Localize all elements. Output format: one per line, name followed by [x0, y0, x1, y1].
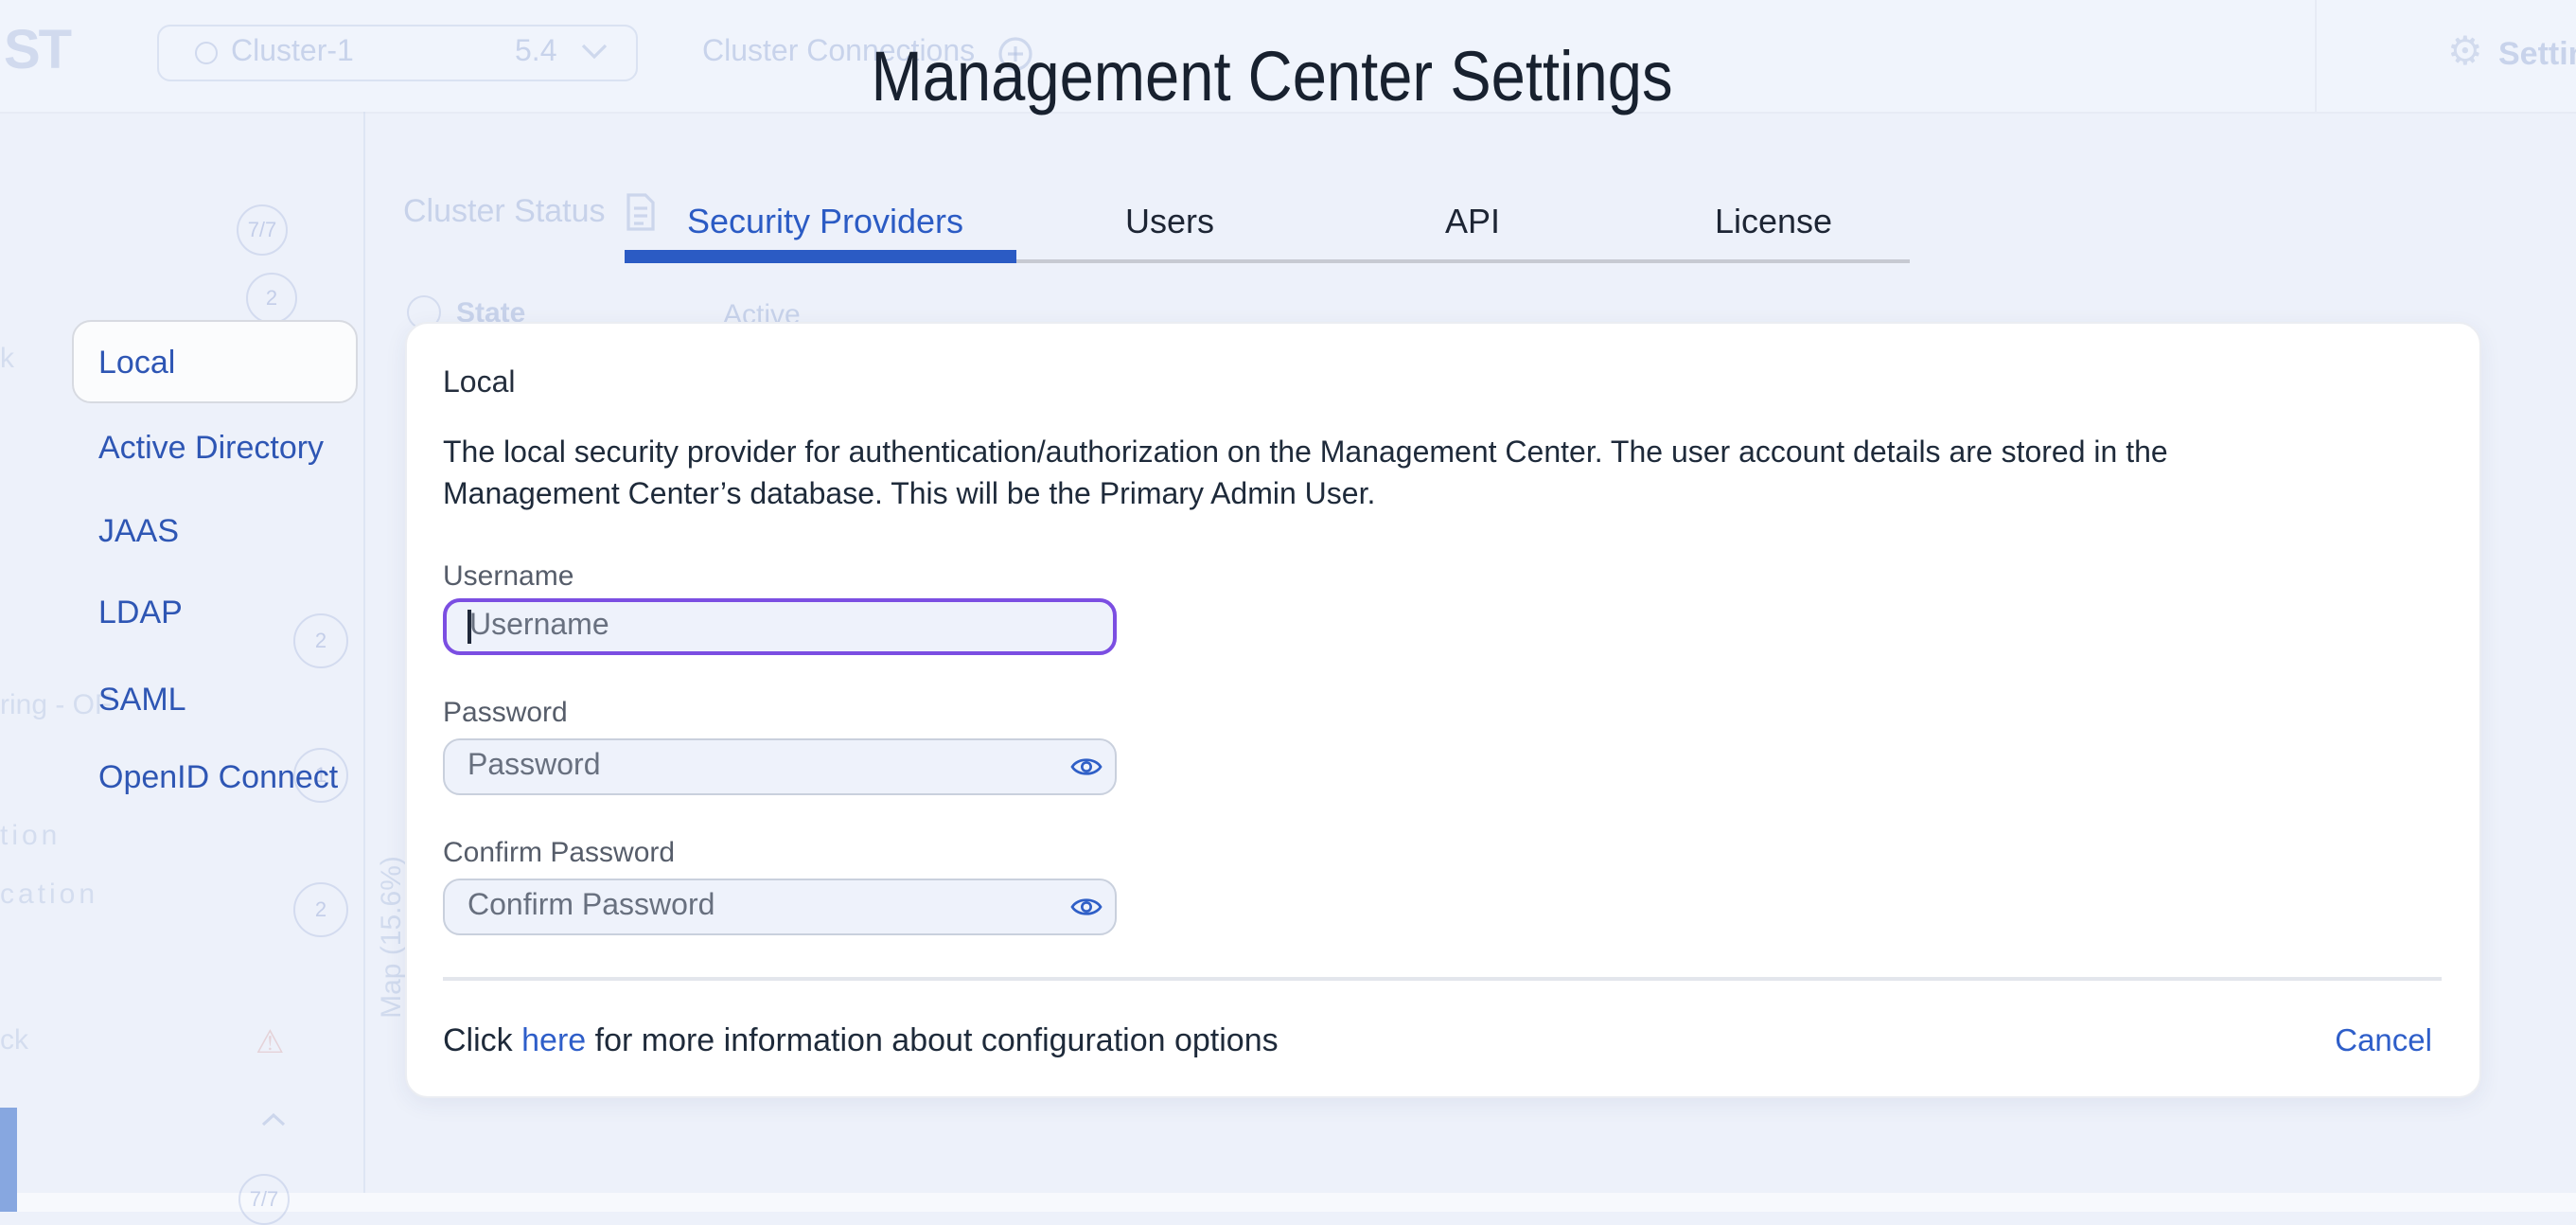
active-tab-indicator: [625, 250, 1016, 263]
page-title: Management Center Settings: [871, 38, 1673, 115]
ghost-cluster-status-dot-icon: [195, 42, 218, 64]
tab-license[interactable]: License: [1715, 203, 1832, 240]
ghost-settings-label: Settin: [2498, 36, 2576, 72]
confirm-password-label: Confirm Password: [443, 837, 676, 869]
ghost-badge-members: 7/7: [238, 1174, 290, 1225]
ghost-cluster-name: Cluster-1: [231, 36, 354, 68]
gear-icon: ⚙: [2447, 28, 2483, 74]
more-info-link[interactable]: here: [521, 1022, 586, 1058]
ghost-cluster-version: 5.4: [515, 36, 557, 68]
tab-users[interactable]: Users: [1125, 203, 1214, 240]
confirm-password-field[interactable]: [443, 879, 1117, 935]
footer-info-text: Click here for more information about co…: [443, 1022, 1279, 1060]
username-field[interactable]: [443, 598, 1117, 655]
provider-description-line2: Management Center’s database. This will …: [443, 479, 1376, 511]
ghost-cluster-status-label: Cluster Status: [403, 193, 606, 229]
ghost-header-divider: [2315, 0, 2317, 112]
footer-divider: [443, 977, 2442, 980]
ghost-text-fragment: k: [0, 343, 14, 375]
eye-icon: [1070, 898, 1103, 915]
sidebar-item-active-directory[interactable]: Active Directory: [98, 430, 324, 466]
sidebar-item-openid-connect[interactable]: OpenID Connect: [98, 759, 338, 795]
ghost-nav-strip: [0, 1108, 17, 1212]
tab-security-providers[interactable]: Security Providers: [687, 203, 963, 240]
tab-api[interactable]: API: [1445, 203, 1500, 240]
cancel-button[interactable]: Cancel: [2335, 1024, 2432, 1060]
password-field[interactable]: [443, 738, 1117, 795]
document-icon: [626, 193, 655, 231]
ghost-badge: 2: [293, 882, 348, 937]
ghost-text-fragment: ring - OF: [0, 689, 113, 721]
text-caret: [468, 610, 470, 644]
ghost-footer-band: [0, 1193, 2576, 1212]
ghost-cluster-selector: [157, 25, 638, 81]
ghost-logo: ST: [4, 21, 72, 81]
ghost-text-fragment: cation: [0, 879, 99, 911]
sidebar-item-local[interactable]: Local: [98, 345, 175, 381]
password-label: Password: [443, 697, 568, 729]
ghost-text-fragment: tion: [0, 820, 62, 852]
username-label: Username: [443, 560, 574, 593]
password-input[interactable]: [445, 750, 1058, 784]
management-center-settings-screen: ST Cluster-1 5.4 Cluster Connections ⚙ S…: [0, 0, 2576, 1225]
ghost-badge: 2: [246, 273, 297, 324]
confirm-password-input[interactable]: [445, 890, 1058, 924]
ghost-column-divider: [363, 112, 365, 1193]
sidebar-item-jaas[interactable]: JAAS: [98, 513, 179, 549]
sidebar-item-saml[interactable]: SAML: [98, 682, 186, 718]
chevron-up-icon: [261, 1112, 286, 1127]
toggle-confirm-password-visibility-button[interactable]: [1058, 882, 1115, 932]
provider-description-line1: The local security provider for authenti…: [443, 437, 2168, 470]
chevron-down-icon: [581, 44, 608, 60]
eye-icon: [1070, 758, 1103, 775]
ghost-badge-members: 7/7: [237, 204, 288, 256]
panel-heading: Local: [443, 367, 516, 399]
footer-text-after: for more information about configuration…: [586, 1022, 1279, 1058]
footer-text-before: Click: [443, 1022, 522, 1058]
sidebar-item-ldap[interactable]: LDAP: [98, 595, 183, 630]
username-input[interactable]: [447, 610, 1113, 644]
ghost-text-fragment: ck: [0, 1024, 28, 1056]
ghost-map-axis-label: Map (15.6%): [376, 856, 408, 1019]
warning-triangle-icon: ⚠: [256, 1024, 285, 1062]
ghost-badge: 2: [293, 613, 348, 668]
toggle-password-visibility-button[interactable]: [1058, 742, 1115, 791]
